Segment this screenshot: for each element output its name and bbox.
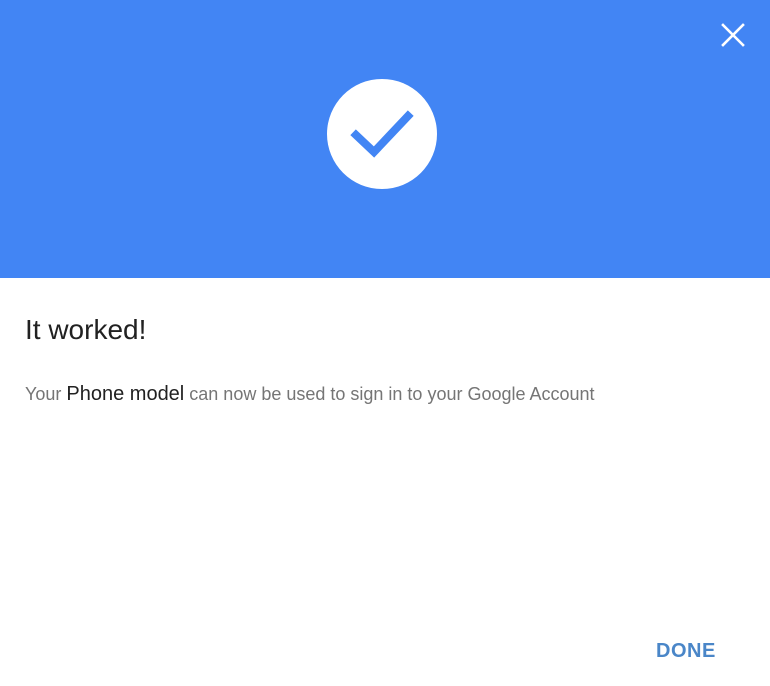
success-badge	[327, 79, 437, 189]
message-prefix: Your	[25, 384, 62, 404]
close-button[interactable]	[716, 18, 750, 52]
dialog-message: Your Phone model can now be used to sign…	[25, 380, 595, 408]
device-name: Phone model	[66, 383, 185, 405]
success-dialog: It worked! Your Phone model can now be u…	[0, 0, 770, 686]
done-button[interactable]: DONE	[644, 630, 728, 672]
check-icon	[350, 110, 414, 158]
close-icon	[721, 23, 745, 47]
message-suffix: can now be used to sign in to your Googl…	[189, 384, 595, 404]
success-banner	[0, 0, 770, 278]
dialog-title: It worked!	[25, 314, 147, 345]
